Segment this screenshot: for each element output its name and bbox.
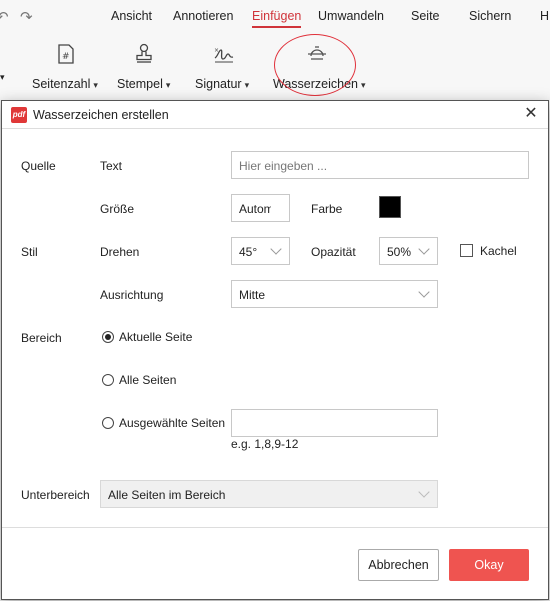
cancel-button[interactable]: Abbrechen [358, 549, 439, 581]
close-icon[interactable]: ✕ [522, 105, 540, 123]
radio-all-pages[interactable] [102, 374, 114, 386]
page-number-icon: # [58, 44, 74, 64]
alignment-select[interactable]: Mitte [231, 280, 438, 308]
alignment-value: Mitte [239, 288, 266, 302]
tile-checkbox[interactable] [460, 244, 473, 257]
chevron-down-icon [418, 243, 430, 255]
selected-pages-hint: e.g. 1,8,9-12 [231, 437, 299, 451]
tile-label: Kachel [480, 244, 517, 258]
menu-sichern[interactable]: Sichern [469, 9, 511, 23]
svg-text:×: × [214, 47, 219, 54]
menu-einfuegen[interactable]: Einfügen [252, 9, 302, 28]
menu-ansicht[interactable]: Ansicht [111, 9, 152, 23]
alignment-label: Ausrichtung [100, 288, 164, 302]
radio-current-page[interactable] [102, 331, 114, 343]
caret-icon[interactable]: ▾ [0, 72, 5, 83]
selected-pages-label: Ausgewählte Seiten [119, 416, 226, 430]
svg-text:#: # [62, 52, 70, 62]
chevron-down-icon [418, 486, 430, 498]
watermark-text-input[interactable]: Hier eingeben ... [231, 151, 529, 179]
dialog-body: Quelle Text Hier eingeben ... Größe Auto… [2, 129, 548, 527]
section-style-label: Stil [21, 245, 38, 259]
subrange-select[interactable]: Alle Seiten im Bereich [100, 480, 438, 508]
current-page-label: Aktuelle Seite [119, 330, 193, 344]
redo-icon[interactable]: ↷ [20, 8, 33, 26]
selected-pages-input[interactable] [231, 409, 438, 437]
rotate-label: Drehen [100, 245, 140, 259]
highlight-circle [274, 34, 356, 96]
rotate-value: 45° [239, 245, 258, 259]
text-label: Text [100, 159, 123, 173]
size-value: Automatisch [239, 202, 271, 216]
menu-umwandeln[interactable]: Umwandeln [318, 9, 384, 23]
rotate-select[interactable]: 45° [231, 237, 290, 265]
menu-annotieren[interactable]: Annotieren [173, 9, 233, 23]
undo-icon[interactable]: ↶ [0, 8, 9, 26]
menu-bar: ↶ ↷ Ansicht Annotieren Einfügen Umwandel… [0, 0, 550, 34]
size-select[interactable]: Automatisch [231, 194, 290, 222]
watermark-dialog: pdf Wasserzeichen erstellen ✕ Quelle Tex… [1, 100, 549, 600]
tool-seitenzahl-label: Seitenzahl ▾ [32, 77, 98, 91]
opacity-label: Opazität [311, 245, 356, 259]
subrange-value: Alle Seiten im Bereich [108, 488, 226, 502]
tool-signatur-label: Signatur ▾ [195, 77, 250, 91]
chevron-down-icon [418, 286, 430, 298]
chevron-down-icon [270, 243, 282, 255]
menu-more[interactable]: H [540, 9, 549, 23]
size-label: Größe [100, 202, 135, 216]
opacity-value: 50% [387, 245, 412, 259]
app-logo-icon: pdf [11, 107, 27, 123]
section-range-label: Bereich [21, 331, 62, 345]
menu-seite[interactable]: Seite [411, 9, 440, 23]
color-label: Farbe [311, 202, 343, 216]
tool-stempel-label: Stempel ▾ [117, 77, 171, 91]
ok-button[interactable]: Okay [449, 549, 529, 581]
text-placeholder: Hier eingeben ... [239, 159, 328, 173]
footer-divider [2, 527, 548, 528]
section-subrange-label: Unterbereich [21, 488, 90, 502]
opacity-select[interactable]: 50% [379, 237, 438, 265]
dialog-titlebar: pdf Wasserzeichen erstellen ✕ [2, 101, 548, 129]
color-swatch[interactable] [379, 196, 401, 218]
radio-selected-pages[interactable] [102, 417, 114, 429]
signature-icon: × [214, 47, 234, 63]
section-source-label: Quelle [21, 159, 56, 173]
all-pages-label: Alle Seiten [119, 373, 177, 387]
dialog-title: Wasserzeichen erstellen [33, 108, 169, 122]
stamp-icon [136, 43, 152, 63]
